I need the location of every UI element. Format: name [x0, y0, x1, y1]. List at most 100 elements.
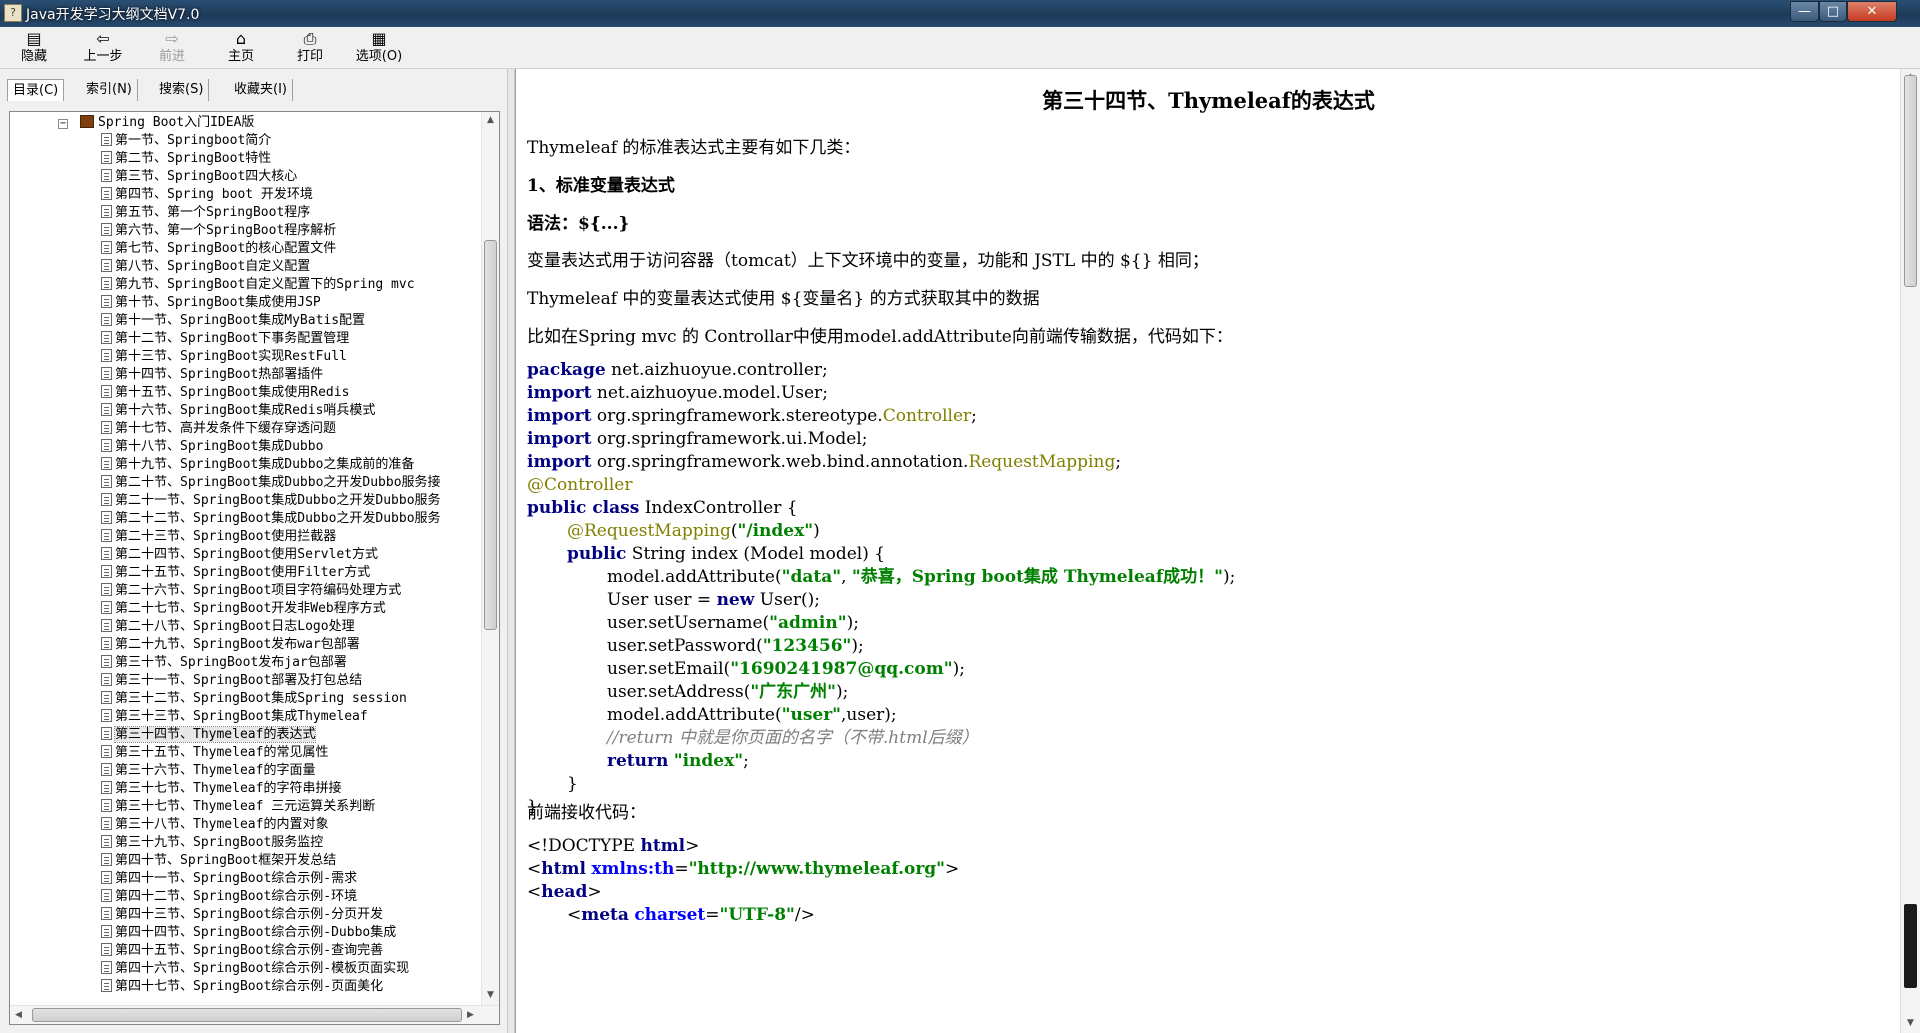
tree-item[interactable]: 第四十三节、SpringBoot综合示例-分页开发 — [101, 906, 383, 924]
print-button[interactable]: ⎙ 打印 — [280, 29, 340, 67]
tree-item[interactable]: 第十四节、SpringBoot热部署插件 — [101, 366, 323, 384]
scroll-up-icon[interactable]: ▲ — [482, 112, 499, 129]
tree-item[interactable]: 第二十六节、SpringBoot项目字符编码处理方式 — [101, 582, 401, 600]
page-icon — [101, 421, 112, 434]
code-line: <head> — [527, 882, 602, 902]
hide-button[interactable]: ▤ 隐藏 — [4, 29, 64, 67]
scroll-grip[interactable] — [1904, 904, 1917, 988]
scroll-left-icon[interactable]: ◀ — [10, 1006, 27, 1024]
tree-item-label: 第一节、Springboot简介 — [115, 133, 272, 148]
tree-item[interactable]: 第二十五节、SpringBoot使用Filter方式 — [101, 564, 370, 582]
collapse-icon[interactable]: − — [58, 119, 68, 129]
code-line: return "index"; — [607, 751, 749, 771]
code-line: public class IndexController { — [527, 498, 798, 518]
tab-contents[interactable]: 目录(C) — [7, 79, 65, 101]
close-button[interactable]: ✕ — [1847, 1, 1897, 22]
tree-item[interactable]: 第四十六节、SpringBoot综合示例-模板页面实现 — [101, 960, 409, 978]
tree-item[interactable]: 第八节、SpringBoot自定义配置 — [101, 258, 310, 276]
tree-item[interactable]: 第二十八节、SpringBoot日志Logo处理 — [101, 618, 355, 636]
tree-item[interactable]: 第二十七节、SpringBoot开发非Web程序方式 — [101, 600, 386, 618]
tree-item[interactable]: 第十一节、SpringBoot集成MyBatis配置 — [101, 312, 365, 330]
tree-item[interactable]: 第四十节、SpringBoot框架开发总结 — [101, 852, 336, 870]
page-icon — [101, 943, 112, 956]
tree-item[interactable]: 第九节、SpringBoot自定义配置下的Spring mvc — [101, 276, 415, 294]
tree-item[interactable]: 第二节、SpringBoot特性 — [101, 150, 271, 168]
tree-item-label: 第二十七节、SpringBoot开发非Web程序方式 — [115, 601, 386, 616]
scroll-right-icon[interactable]: ▶ — [462, 1006, 479, 1024]
tree-item[interactable]: 第二十二节、SpringBoot集成Dubbo之开发Dubbo服务 — [101, 510, 441, 528]
tree-item[interactable]: 第十六节、SpringBoot集成Redis哨兵模式 — [101, 402, 375, 420]
code-line: @Controller — [527, 475, 633, 495]
tree-item[interactable]: 第四十二节、SpringBoot综合示例-环境 — [101, 888, 357, 906]
tree-item[interactable]: 第二十三节、SpringBoot使用拦截器 — [101, 528, 336, 546]
code-line: <html xmlns:th="http://www.thymeleaf.org… — [527, 859, 960, 879]
options-button[interactable]: ▦ 选项(O) — [349, 29, 409, 67]
tree-item[interactable]: 第二十四节、SpringBoot使用Servlet方式 — [101, 546, 378, 564]
tree-item-label: 第十一节、SpringBoot集成MyBatis配置 — [115, 313, 366, 328]
tree-item[interactable]: 第三十九节、SpringBoot服务监控 — [101, 834, 323, 852]
tab-index[interactable]: 索引(N) — [81, 79, 138, 101]
tree-item[interactable]: 第三十七节、Thymeleaf 三元运算关系判断 — [101, 798, 375, 816]
tree-item[interactable]: 第十八节、SpringBoot集成Dubbo — [101, 438, 323, 456]
tree-item[interactable]: 第三十节、SpringBoot发布jar包部署 — [101, 654, 347, 672]
tree-item[interactable]: 第十七节、高并发条件下缓存穿透问题 — [101, 420, 336, 438]
tree-root[interactable]: − Spring Boot入门IDEA版 — [58, 114, 254, 132]
tree-item[interactable]: 第四十五节、SpringBoot综合示例-查询完善 — [101, 942, 383, 960]
back-button[interactable]: ⇦ 上一步 — [73, 29, 133, 67]
tree-item[interactable]: 第三十二节、SpringBoot集成Spring session — [101, 690, 407, 708]
tree-item-label: 第三十一节、SpringBoot部署及打包总结 — [115, 673, 363, 688]
tree-item[interactable]: 第四十七节、SpringBoot综合示例-页面美化 — [101, 978, 383, 996]
tree-item-label: 第三十五节、Thymeleaf的常见属性 — [115, 745, 329, 760]
tree-horizontal-scrollbar[interactable]: ◀ ▶ — [10, 1005, 499, 1024]
tree-item[interactable]: 第十节、SpringBoot集成使用JSP — [101, 294, 321, 312]
forward-arrow-icon: ⇨ — [165, 29, 179, 48]
tree-item[interactable]: 第四十四节、SpringBoot综合示例-Dubbo集成 — [101, 924, 396, 942]
tree-item-label: 第八节、SpringBoot自定义配置 — [115, 259, 311, 274]
tree-item[interactable]: 第三十一节、SpringBoot部署及打包总结 — [101, 672, 362, 690]
page-icon — [101, 241, 112, 254]
scroll-down-icon[interactable]: ▼ — [1902, 1015, 1919, 1032]
page-icon — [101, 277, 112, 290]
tree-item-label: 第二十一节、SpringBoot集成Dubbo之开发Dubbo服务 — [115, 493, 441, 508]
tree-item[interactable]: 第三十五节、Thymeleaf的常见属性 — [101, 744, 328, 762]
tree-item[interactable]: 第十二节、SpringBoot下事务配置管理 — [101, 330, 349, 348]
tree-item[interactable]: 第三十七节、Thymeleaf的字符串拼接 — [101, 780, 341, 798]
tree-item[interactable]: 第二十九节、SpringBoot发布war包部署 — [101, 636, 360, 654]
content-vertical-scrollbar[interactable]: ▲ ▼ — [1900, 69, 1920, 1033]
tree-item[interactable]: 第三十六节、Thymeleaf的字面量 — [101, 762, 315, 780]
home-button[interactable]: ⌂ 主页 — [211, 29, 271, 67]
tree-item[interactable]: 第一节、Springboot简介 — [101, 132, 271, 150]
scroll-thumb[interactable] — [1904, 75, 1917, 287]
forward-button[interactable]: ⇨ 前进 — [142, 29, 202, 67]
tree-item[interactable]: 第二十节、SpringBoot集成Dubbo之开发Dubbo服务接 — [101, 474, 441, 492]
tree-item[interactable]: 第二十一节、SpringBoot集成Dubbo之开发Dubbo服务 — [101, 492, 441, 510]
scroll-thumb[interactable] — [484, 240, 497, 630]
maximize-button[interactable]: □ — [1819, 1, 1847, 22]
tree-item[interactable]: 第六节、第一个SpringBoot程序解析 — [101, 222, 336, 240]
page-icon — [101, 709, 112, 722]
tree-item[interactable]: 第三十三节、SpringBoot集成Thymeleaf — [101, 708, 368, 726]
tree-item[interactable]: 第五节、第一个SpringBoot程序 — [101, 204, 310, 222]
tree-item-label: 第六节、第一个SpringBoot程序解析 — [115, 223, 337, 238]
tree-item[interactable]: 第十九节、SpringBoot集成Dubbo之集成前的准备 — [101, 456, 414, 474]
tree-item-label: 第四十一节、SpringBoot综合示例-需求 — [115, 871, 358, 886]
scroll-down-icon[interactable]: ▼ — [482, 987, 499, 1004]
scroll-thumb-horizontal[interactable] — [32, 1008, 462, 1022]
article-heading: 第三十四节、Thymeleaf的表达式 — [1042, 88, 1375, 113]
tree-item[interactable]: 第三十四节、Thymeleaf的表达式 — [101, 726, 317, 744]
tab-favorites[interactable]: 收藏夹(I) — [229, 79, 293, 101]
tree-item[interactable]: 第四十一节、SpringBoot综合示例-需求 — [101, 870, 357, 888]
tree-vertical-scrollbar[interactable]: ▲ ▼ — [481, 112, 499, 1005]
tree-item-label: 第二十五节、SpringBoot使用Filter方式 — [115, 565, 371, 580]
code-line: public String index (Model model) { — [567, 544, 886, 564]
tree-item[interactable]: 第三十八节、Thymeleaf的内置对象 — [101, 816, 328, 834]
tree-item[interactable]: 第四节、Spring boot 开发环境 — [101, 186, 313, 204]
panel-splitter[interactable] — [507, 69, 515, 1033]
tree-item[interactable]: 第七节、SpringBoot的核心配置文件 — [101, 240, 336, 258]
tab-search[interactable]: 搜索(S) — [154, 79, 210, 101]
tree-item[interactable]: 第十五节、SpringBoot集成使用Redis — [101, 384, 349, 402]
page-icon — [101, 133, 112, 146]
tree-item[interactable]: 第三节、SpringBoot四大核心 — [101, 168, 297, 186]
tree-item[interactable]: 第十三节、SpringBoot实现RestFull — [101, 348, 347, 366]
minimize-button[interactable]: — — [1790, 1, 1819, 22]
